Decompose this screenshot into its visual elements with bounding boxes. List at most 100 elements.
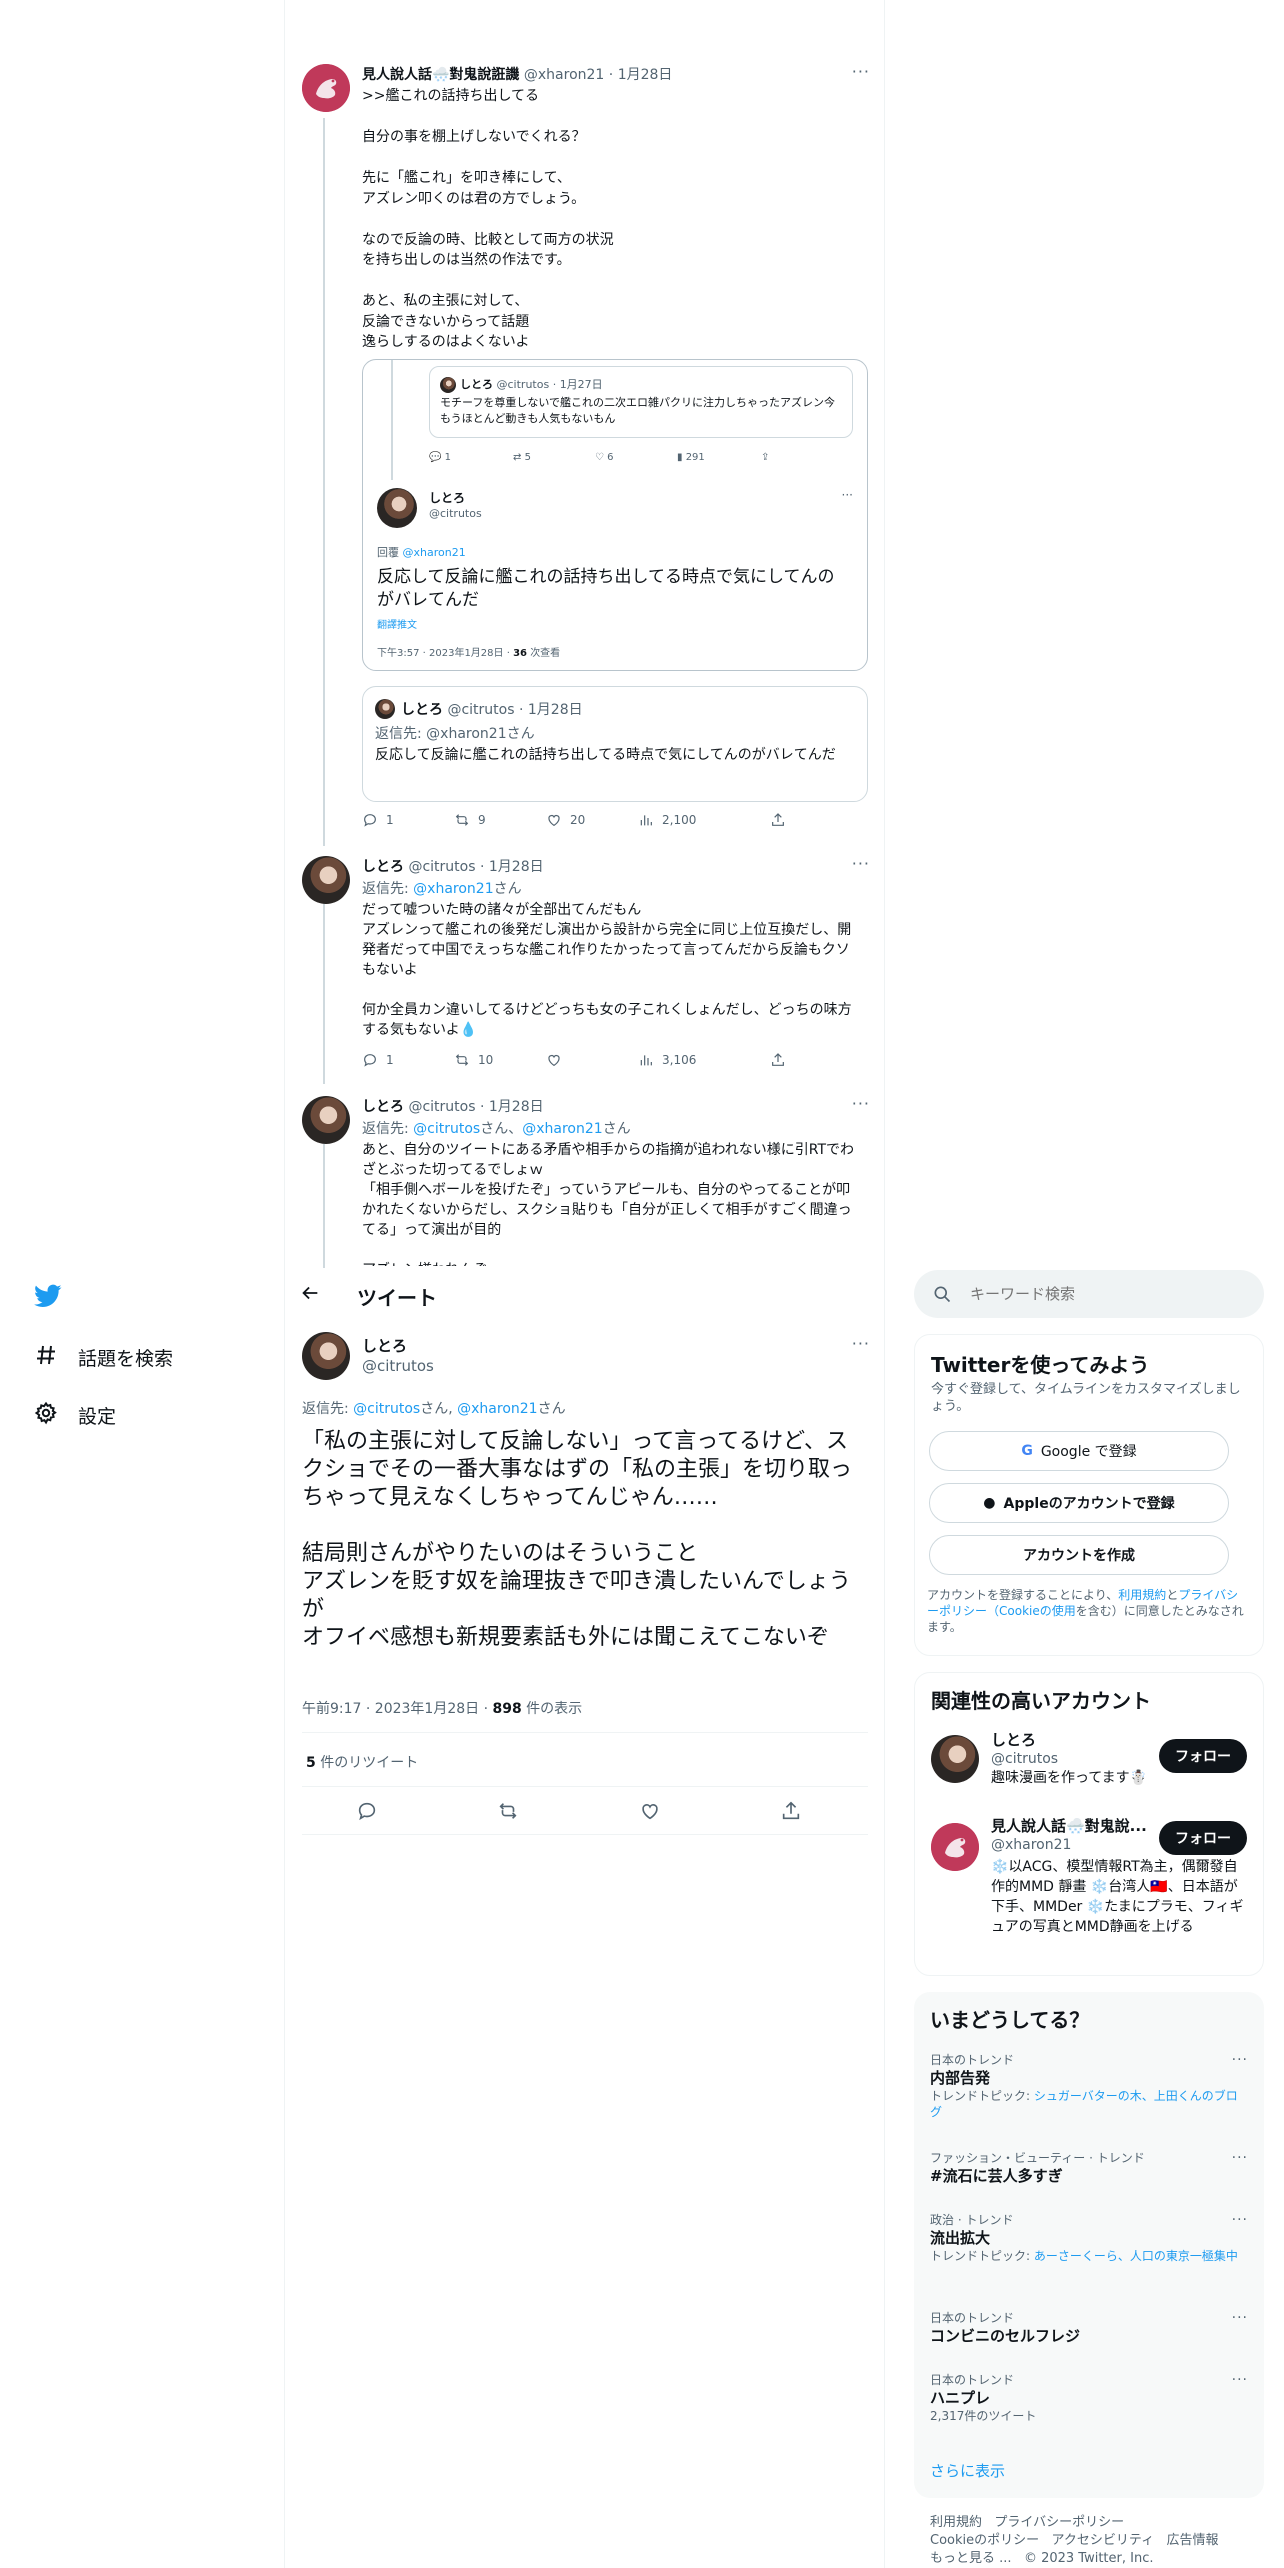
quote-display-name: しとろ xyxy=(401,702,443,718)
terms-link[interactable]: 利用規約 xyxy=(1118,1588,1166,1602)
share-icon[interactable] xyxy=(780,1800,802,1826)
display-name[interactable]: しとろ xyxy=(362,1337,407,1355)
more-options-icon[interactable]: ··· xyxy=(1232,2150,1248,2166)
avatar[interactable] xyxy=(302,856,350,904)
handle[interactable]: @xharon21 xyxy=(524,67,604,83)
thread-tweet-3[interactable]: しとろ @citrutos · 1月28日 ··· 返信先: @citrutos… xyxy=(300,1096,870,1266)
avatar[interactable] xyxy=(302,1332,350,1380)
footer-link[interactable]: Cookieのポリシー xyxy=(930,2533,1039,2548)
footer-link[interactable]: プライバシーポリシー xyxy=(994,2515,1124,2530)
share-button[interactable] xyxy=(770,1052,786,1068)
trend-item[interactable]: 日本のトレンド 内部告発 トレンドトピック: シュガーバターの木、上田くんのブロ… xyxy=(930,2052,1248,2120)
trend-item[interactable]: 日本のトレンド ハニプレ 2,317件のツイート ··· xyxy=(930,2372,1248,2424)
tweet-header-bar: ツイート xyxy=(285,1268,884,1322)
handle[interactable]: @citrutos xyxy=(408,1099,475,1115)
sidebar-item-label: 設定 xyxy=(78,1406,117,1428)
retweet-button[interactable]: 10 xyxy=(454,1052,493,1068)
footer-link[interactable]: 広告情報 xyxy=(1167,2533,1219,2548)
avatar[interactable] xyxy=(931,1823,979,1871)
avatar xyxy=(440,377,456,393)
quote-handle: @citrutos xyxy=(447,702,515,718)
reply-button[interactable]: 1 xyxy=(362,812,394,828)
google-signup-button[interactable]: G Google で登録 xyxy=(929,1431,1229,1471)
tweet-text: >>艦これの話持ち出してる 自分の事を棚上げしないでくれる？ 先に「艦これ」を叩… xyxy=(362,88,614,350)
avatar[interactable] xyxy=(302,64,350,112)
more-options-icon[interactable]: ··· xyxy=(852,62,870,81)
quoted-tweet[interactable]: しとろ @citrutos · 1月28日 返信先: @xharon21さん 反… xyxy=(362,686,868,802)
search-input[interactable] xyxy=(970,1282,1240,1306)
hashtag-icon xyxy=(34,1343,58,1372)
trends-title: いまどうしてる？ xyxy=(930,2008,1090,2032)
tweet-date[interactable]: 1月28日 xyxy=(489,1099,544,1115)
retweet-icon[interactable] xyxy=(497,1800,519,1826)
account-name[interactable]: 見人說人話🌨️對鬼說... xyxy=(991,1817,1147,1835)
avatar[interactable] xyxy=(302,1096,350,1144)
display-name[interactable]: しとろ xyxy=(362,1099,404,1115)
reply-to-link[interactable]: @xharon21 xyxy=(457,1401,537,1417)
more-options-icon[interactable]: ··· xyxy=(852,854,870,873)
screenshot-handle: @citrutos xyxy=(429,507,482,520)
thread-tweet-2[interactable]: しとろ @citrutos · 1月28日 ··· 返信先: @xharon21… xyxy=(300,854,870,1076)
search-box[interactable] xyxy=(914,1270,1264,1318)
footer-link[interactable]: 利用規約 xyxy=(930,2515,982,2530)
related-account[interactable]: しとろ @citrutos 趣味漫画を作ってます☃️ フォロー xyxy=(915,1729,1263,1805)
reply-button[interactable]: 1 xyxy=(362,1052,394,1068)
tweet-date[interactable]: 1月28日 xyxy=(618,67,673,83)
reply-to-link[interactable]: @citrutos xyxy=(353,1401,420,1417)
screenshot-thread-line xyxy=(391,360,393,480)
twitter-logo-icon[interactable] xyxy=(34,1282,62,1310)
related-account[interactable]: 見人說人話🌨️對鬼說... @xharon21 ❄️以ACG、模型情報RT為主，… xyxy=(915,1817,1263,1967)
footer-link[interactable]: アクセシビリティ xyxy=(1052,2533,1155,2548)
account-name[interactable]: しとろ xyxy=(991,1731,1036,1749)
handle[interactable]: @citrutos xyxy=(362,1356,434,1376)
like-button[interactable]: 20 xyxy=(546,812,585,828)
signup-panel: Twitterを使ってみよう 今すぐ登録して、タイムラインをカスタマイズしましょ… xyxy=(914,1334,1264,1656)
tweet-date[interactable]: 1月28日 xyxy=(489,859,544,875)
quote-reply-prefix: 返信先: xyxy=(375,726,427,742)
back-arrow-icon[interactable] xyxy=(299,1282,325,1308)
sidebar-item-settings[interactable]: 設定 xyxy=(34,1401,116,1430)
avatar[interactable] xyxy=(931,1735,979,1783)
like-icon[interactable] xyxy=(639,1800,661,1826)
tweet-actions: 1 9 20 2,100 xyxy=(362,812,802,832)
share-button[interactable] xyxy=(770,812,786,828)
screenshot-image[interactable]: しとろ @citrutos · 1月27日 モチーフを尊重しないで艦これの二次エ… xyxy=(362,359,868,671)
trend-item[interactable]: ファッション・ビューティー · トレンド #流石に芸人多すぎ ··· xyxy=(930,2150,1248,2186)
views-icon[interactable]: 3,106 xyxy=(638,1052,696,1068)
more-options-icon[interactable]: ··· xyxy=(1232,2372,1248,2388)
like-button[interactable] xyxy=(546,1052,570,1068)
create-account-button[interactable]: アカウントを作成 xyxy=(929,1535,1229,1575)
handle[interactable]: @citrutos xyxy=(408,859,475,875)
more-options-icon[interactable]: ··· xyxy=(852,1334,870,1353)
reply-to-link[interactable]: @xharon21 xyxy=(522,1121,602,1137)
sidebar-item-explore[interactable]: 話題を検索 xyxy=(34,1343,173,1372)
thread-tweet-1[interactable]: 見人說人話🌨️對鬼說誑譏 @xharon21 · 1月28日 ··· >>艦これ… xyxy=(300,62,870,844)
footer-links: 利用規約 プライバシーポリシー Cookieのポリシー アクセシビリティ 広告情… xyxy=(930,2514,1260,2568)
more-options-icon[interactable]: ··· xyxy=(1232,2310,1248,2326)
retweet-count[interactable]: 5 件のリツイート xyxy=(306,1752,418,1772)
tweet-timestamp[interactable]: 午前9:17 · 2023年1月28日 · 898 件の表示 xyxy=(302,1698,582,1718)
reply-to-link[interactable]: @citrutos xyxy=(413,1121,480,1137)
follow-button[interactable]: フォロー xyxy=(1159,1739,1247,1773)
trend-item[interactable]: 日本のトレンド コンビニのセルフレジ ··· xyxy=(930,2310,1248,2346)
more-options-icon[interactable]: ··· xyxy=(1232,2212,1248,2228)
more-options-icon[interactable]: ··· xyxy=(1232,2052,1248,2068)
views-icon[interactable]: 2,100 xyxy=(638,812,696,828)
display-name[interactable]: しとろ xyxy=(362,859,404,875)
apple-icon: ● xyxy=(983,1495,996,1511)
more-options-icon: ··· xyxy=(841,488,853,502)
show-more-link[interactable]: さらに表示 xyxy=(930,2460,1005,2481)
follow-button[interactable]: フォロー xyxy=(1159,1821,1247,1855)
reply-icon[interactable] xyxy=(356,1800,378,1826)
gear-icon xyxy=(34,1401,58,1430)
account-handle: @citrutos xyxy=(991,1751,1059,1767)
retweet-button[interactable]: 9 xyxy=(454,812,486,828)
google-icon: G xyxy=(1021,1443,1033,1459)
more-options-icon[interactable]: ··· xyxy=(852,1096,870,1113)
apple-signup-button[interactable]: ● Appleのアカウントで登録 xyxy=(929,1483,1229,1523)
quote-date: 1月28日 xyxy=(527,702,583,718)
display-name[interactable]: 見人說人話🌨️對鬼說誑譏 xyxy=(362,67,519,83)
trend-item[interactable]: 政治 · トレンド 流出拡大 トレンドトピック: あーさーくーら、人口の東京一極… xyxy=(930,2212,1248,2264)
reply-to-link[interactable]: @xharon21 xyxy=(413,881,493,897)
footer-link[interactable]: もっと見る ... xyxy=(930,2551,1012,2566)
